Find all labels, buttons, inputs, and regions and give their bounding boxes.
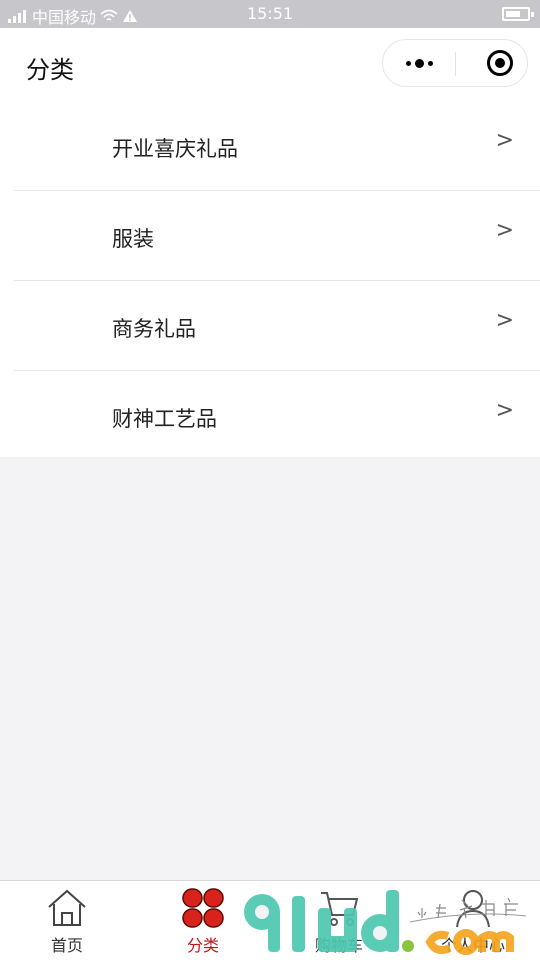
home-icon: [48, 889, 86, 926]
nav-bar: 分类: [0, 28, 540, 100]
chevron-right-icon: >: [495, 308, 514, 333]
tab-bar: 首页 分类 购物车 个人中心: [0, 880, 540, 960]
category-icon: [182, 888, 224, 928]
category-label: 服装: [112, 227, 154, 251]
page-title: 分类: [26, 56, 74, 84]
category-label: 财神工艺品: [112, 407, 217, 431]
category-label: 商务礼品: [112, 317, 196, 341]
category-item[interactable]: 开业喜庆礼品 >: [0, 100, 540, 190]
chevron-right-icon: >: [495, 128, 514, 153]
close-button[interactable]: [487, 50, 513, 76]
tab-home[interactable]: 首页: [12, 881, 122, 960]
tab-label: 首页: [50, 936, 83, 955]
tab-profile[interactable]: 个人中心: [418, 881, 528, 960]
tab-label: 购物车: [314, 936, 363, 955]
status-bar: 中国移动 15:51: [0, 0, 540, 28]
tab-label: 个人中心: [440, 936, 505, 955]
category-label: 开业喜庆礼品: [112, 137, 238, 161]
more-button[interactable]: [383, 40, 455, 86]
tab-category[interactable]: 分类: [148, 881, 258, 960]
category-list: 开业喜庆礼品 > 服装 > 商务礼品 > 财神工艺品 >: [0, 100, 540, 457]
capsule-divider: [455, 52, 456, 76]
status-time: 15:51: [246, 4, 294, 23]
cart-icon: [321, 892, 359, 926]
chevron-right-icon: >: [495, 398, 514, 423]
category-item[interactable]: 商务礼品 >: [0, 280, 540, 370]
tab-label: 分类: [186, 936, 219, 955]
category-item[interactable]: 服装 >: [0, 190, 540, 280]
battery-icon: [502, 7, 534, 21]
profile-icon: [456, 890, 490, 928]
chevron-right-icon: >: [495, 218, 514, 243]
tab-cart[interactable]: 购物车: [284, 881, 394, 960]
capsule-menu: [382, 39, 528, 87]
category-item[interactable]: 财神工艺品 >: [0, 370, 540, 460]
